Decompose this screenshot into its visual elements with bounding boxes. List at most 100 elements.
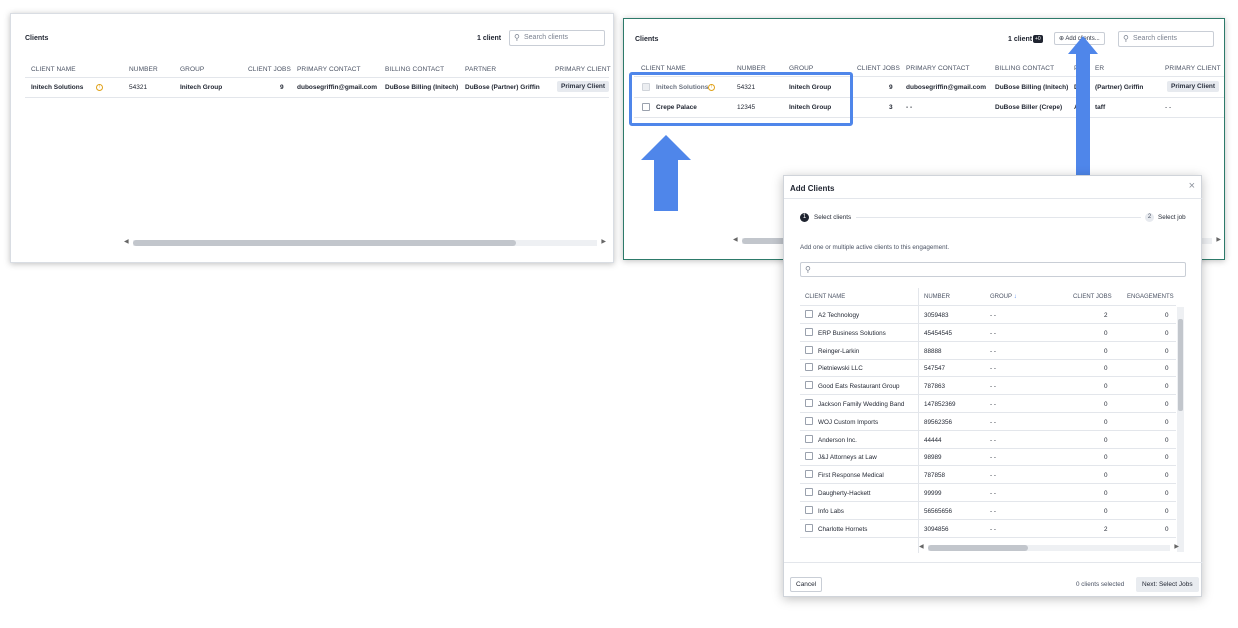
row-client-name[interactable]: Jackson Family Wedding Band [818, 401, 904, 408]
sort-down-icon[interactable]: ↓ [1014, 294, 1017, 300]
row-group: - - [990, 365, 996, 373]
step-2-icon: 2 [1145, 213, 1154, 222]
row-group: - - [990, 383, 996, 391]
row-jobs: 0 [1104, 507, 1108, 515]
row-client-name[interactable]: J&J Attorneys at Law [818, 454, 877, 461]
header-billing-contact[interactable]: BILLING CONTACT [385, 66, 444, 73]
scroll-left-icon[interactable]: ◀ [733, 236, 738, 243]
panel-title: Clients [635, 36, 659, 43]
row-contact: dubosegriffin@gmail.com [297, 84, 378, 91]
horizontal-scrollbar[interactable]: ◀ ▶ [123, 239, 607, 247]
left-clients-panel: Clients 1 client ⚲ Search clients CLIENT… [10, 13, 614, 263]
row-client-name[interactable]: Info Labs [818, 508, 844, 515]
header-client-name[interactable]: CLIENT NAME [805, 294, 845, 300]
row-number: 3059483 [924, 312, 949, 319]
row-checkbox[interactable] [805, 523, 813, 532]
row-client-name[interactable]: WOJ Custom Imports [818, 419, 878, 426]
row-group: - - [990, 472, 996, 480]
header-client-jobs[interactable]: CLIENT JOBS [1073, 294, 1112, 300]
close-icon[interactable]: × [1189, 180, 1195, 192]
row-checkbox[interactable] [805, 434, 813, 443]
scroll-left-icon[interactable]: ◀ [124, 238, 129, 245]
header-group[interactable]: GROUP ↓ [990, 294, 1017, 300]
header-client-name[interactable]: CLIENT NAME [641, 65, 686, 72]
header-primary-contact[interactable]: PRIMARY CONTACT [906, 65, 970, 72]
row-group: - - [990, 507, 996, 515]
header-number[interactable]: NUMBER [924, 294, 950, 300]
dialog-horizontal-scrollbar[interactable]: ◀ ▶ [918, 544, 1180, 552]
arrow-up-icon [641, 135, 691, 211]
row-client-name[interactable]: Anderson Inc. [818, 437, 857, 444]
row-jobs: 0 [1104, 347, 1108, 355]
scroll-right-icon[interactable]: ▶ [1174, 543, 1179, 550]
next-select-jobs-button[interactable]: Next: Select Jobs [1136, 577, 1199, 592]
search-input[interactable]: ⚲ Search clients [1118, 31, 1214, 47]
scroll-thumb[interactable] [928, 545, 1028, 551]
row-engagements: 0 [1165, 347, 1169, 355]
row-jobs: 0 [1104, 401, 1108, 408]
header-client-jobs[interactable]: CLIENT JOBS [857, 65, 900, 72]
row-divider [25, 97, 609, 98]
row-checkbox[interactable] [805, 345, 813, 354]
row-client-name[interactable]: Initech Solutions [31, 84, 83, 91]
row-checkbox[interactable] [805, 327, 813, 336]
row-checkbox[interactable] [805, 399, 813, 407]
row-checkbox[interactable] [805, 310, 813, 318]
row-engagements: 0 [1165, 454, 1169, 462]
stepper-line [856, 217, 1141, 218]
header-billing-contact[interactable]: BILLING CONTACT [995, 65, 1054, 72]
primary-client-badge: Primary Client [557, 81, 610, 92]
header-partner[interactable]: PARTNER [465, 66, 496, 73]
header-number[interactable]: NUMBER [737, 65, 766, 72]
row-checkbox[interactable] [805, 416, 813, 425]
cancel-button[interactable]: Cancel [790, 577, 823, 592]
header-primary-client[interactable]: PRIMARY CLIENT [555, 66, 611, 73]
header-group[interactable]: GROUP [180, 66, 204, 73]
header-group[interactable]: GROUP [789, 65, 813, 72]
row-checkbox[interactable] [805, 381, 813, 390]
row-client-name[interactable]: First Response Medical [818, 472, 884, 479]
header-client-jobs[interactable]: CLIENT JOBS [248, 66, 291, 73]
row-group: - - [990, 436, 996, 444]
row-engagements: 0 [1165, 507, 1169, 515]
row-client-name[interactable]: Reinger-Larkin [818, 348, 859, 355]
row-client-name[interactable]: A2 Technology [818, 312, 859, 319]
row-billing: DuBose Billing (Initech) [385, 84, 459, 91]
dialog-title: Add Clients [790, 184, 835, 193]
header-primary-client[interactable]: PRIMARY CLIENT [1165, 65, 1221, 72]
scroll-left-icon[interactable]: ◀ [919, 543, 924, 550]
row-checkbox[interactable] [805, 470, 813, 479]
row-checkbox[interactable] [805, 452, 813, 461]
row-jobs: 2 [1104, 312, 1108, 319]
row-checkbox[interactable] [805, 488, 813, 496]
title-divider [784, 198, 1203, 199]
row-engagements: 0 [1165, 436, 1169, 444]
row-jobs: 2 [1104, 525, 1108, 533]
row-group: - - [990, 329, 996, 337]
row-divider [800, 447, 1176, 449]
header-divider [800, 305, 1176, 306]
scroll-right-icon[interactable]: ▶ [601, 238, 606, 245]
header-client-name[interactable]: CLIENT NAME [31, 66, 76, 73]
row-group: - - [990, 490, 996, 497]
row-billing: DuBose Billing (Initech) [995, 84, 1069, 91]
dialog-search-input[interactable]: ⚲ [800, 262, 1186, 277]
row-checkbox[interactable] [805, 363, 813, 372]
header-number[interactable]: NUMBER [129, 66, 158, 73]
scroll-thumb[interactable] [1178, 319, 1183, 411]
row-partner-end: (Partner) Griffin [1095, 84, 1144, 91]
row-client-name[interactable]: ERP Business Solutions [818, 330, 886, 337]
search-input[interactable]: ⚲ Search clients [509, 30, 605, 46]
row-client-name[interactable]: Good Eats Restaurant Group [818, 383, 900, 390]
scroll-thumb[interactable] [133, 240, 516, 246]
row-client-name[interactable]: Charlotte Hornets [818, 526, 867, 533]
row-client-name[interactable]: Daugherty-Hackett [818, 490, 871, 497]
search-placeholder: Search clients [524, 34, 568, 41]
row-jobs: 0 [1104, 454, 1108, 462]
row-checkbox[interactable] [805, 505, 813, 514]
header-engagements[interactable]: ENGAGEMENTS [1127, 294, 1174, 300]
scroll-right-icon[interactable]: ▶ [1216, 236, 1221, 243]
header-primary-contact[interactable]: PRIMARY CONTACT [297, 66, 361, 73]
row-client-name[interactable]: Pietniewski LLC [818, 365, 863, 372]
vertical-scrollbar[interactable] [1177, 307, 1184, 552]
